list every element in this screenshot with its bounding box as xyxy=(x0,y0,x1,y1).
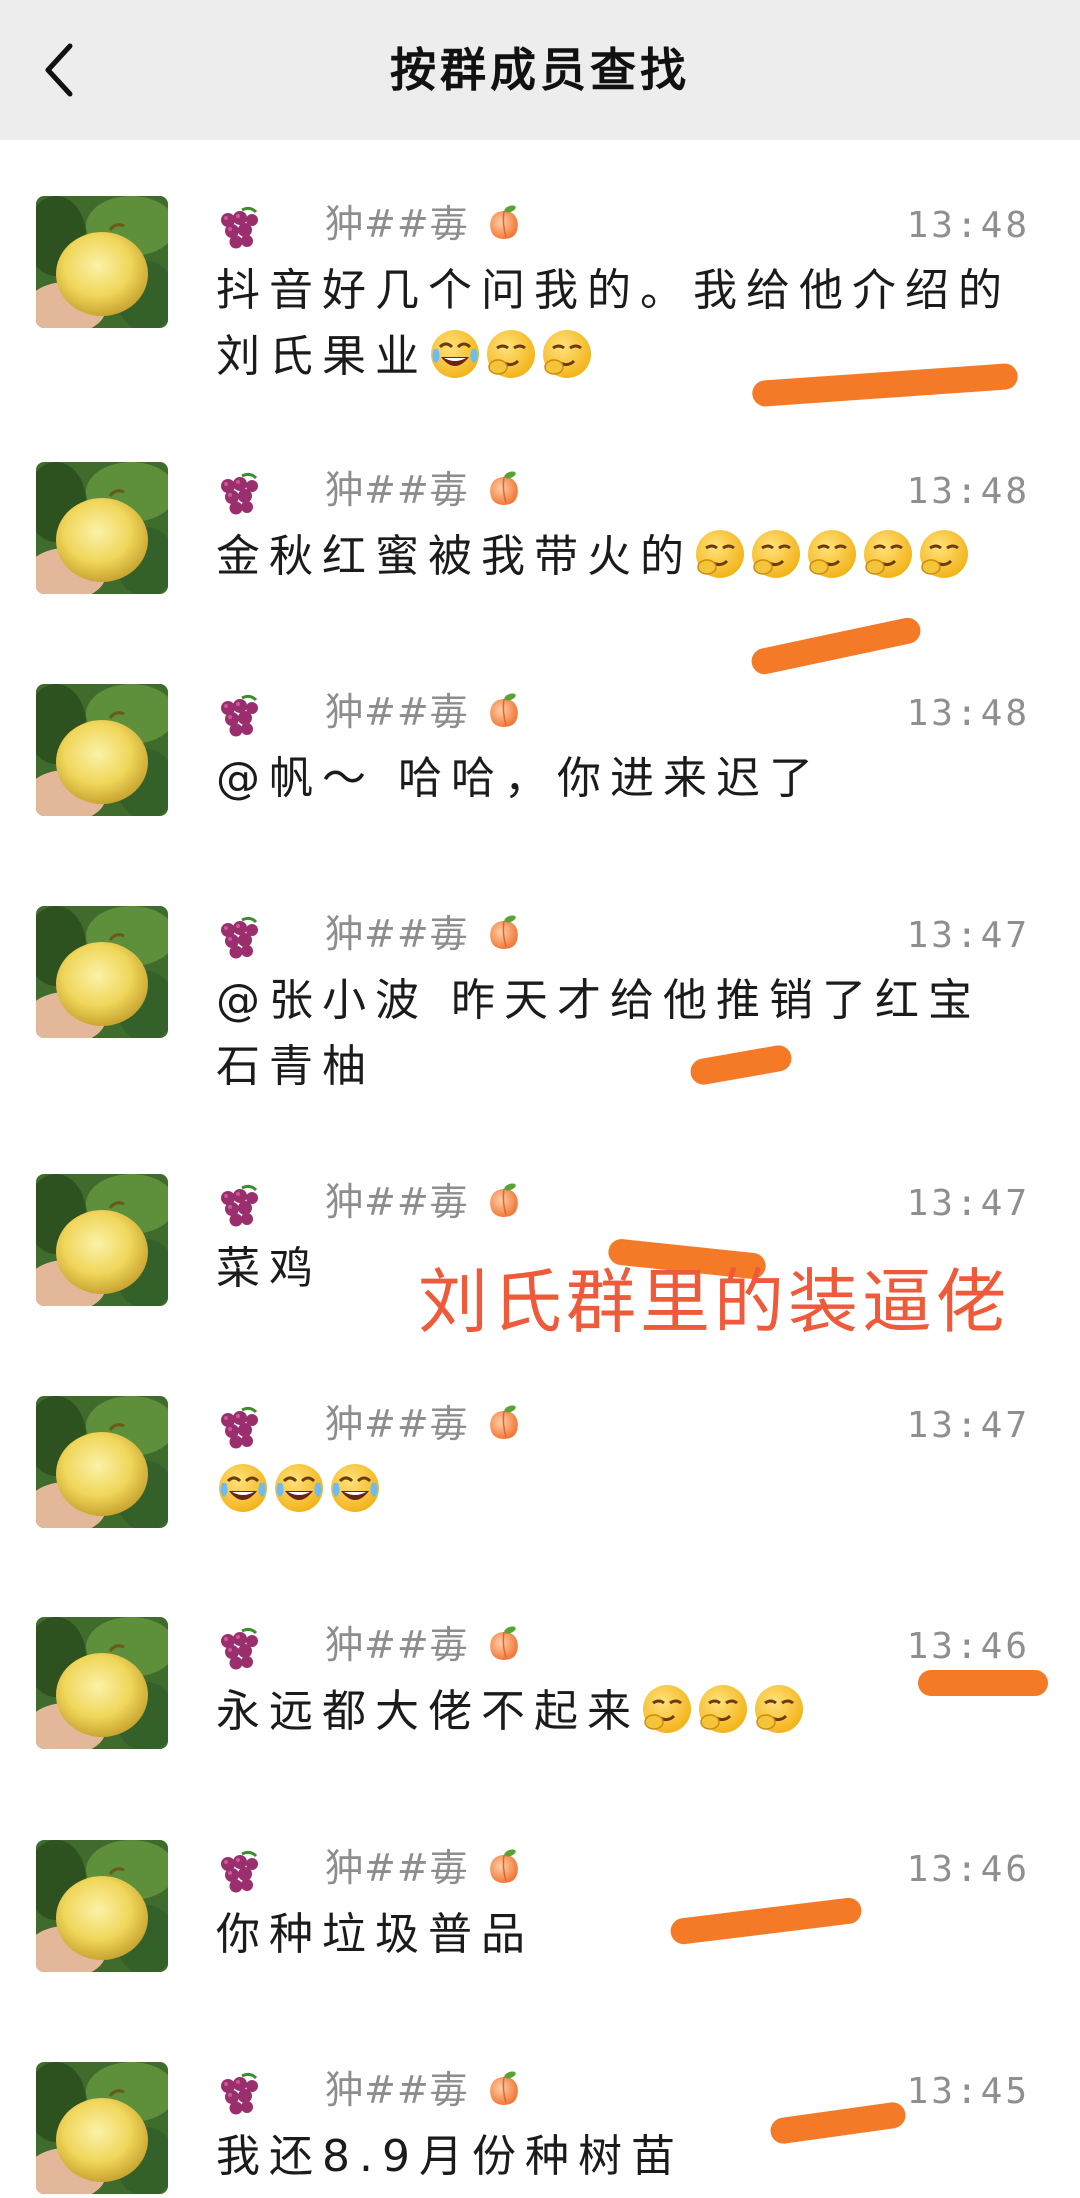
message-text-content: @帆～ 哈哈，你进来迟了 xyxy=(216,753,822,804)
page-title: 按群成员查找 xyxy=(390,43,690,97)
grape-emoji-icon xyxy=(214,692,262,740)
sender-nickname: 狆##毐 xyxy=(325,686,524,738)
nickname-text: 狆##毐 xyxy=(325,912,469,956)
grape-emoji-icon xyxy=(214,2070,262,2118)
message-text xyxy=(216,1458,1026,1524)
message-time: 13:46 xyxy=(906,1626,1030,1667)
message-time: 13:48 xyxy=(906,471,1030,512)
message-time: 13:47 xyxy=(906,1405,1030,1446)
sender-nickname: 狆##毐 xyxy=(325,908,524,960)
smirk-emoji-icon xyxy=(752,530,800,578)
peach-emoji-icon xyxy=(489,1849,518,1883)
message-time: 13:45 xyxy=(906,2071,1030,2112)
smirk-emoji-icon xyxy=(864,530,912,578)
peach-emoji-icon xyxy=(489,1183,518,1217)
grape-emoji-icon xyxy=(214,1848,262,1896)
peach-emoji-icon xyxy=(489,915,518,949)
message-time: 13:47 xyxy=(906,1183,1030,1224)
peach-emoji-icon xyxy=(489,693,518,727)
message-text: 永远都大佬不起来 xyxy=(216,1679,1026,1745)
sender-nickname: 狆##毐 xyxy=(325,1398,524,1450)
message-text: 金秋红蜜被我带火的 xyxy=(216,524,1026,590)
smirk-emoji-icon xyxy=(696,530,744,578)
smirk-emoji-icon xyxy=(487,330,535,378)
message-text-content: @张小波 昨天才给他推销了红宝石青柚 xyxy=(216,975,981,1092)
message-text-content: 永远都大佬不起来 xyxy=(216,1686,640,1737)
sender-nickname: 狆##毐 xyxy=(325,464,524,516)
message-text-content: 你种垃圾普品 xyxy=(216,1909,534,1960)
header-bar: 按群成员查找 xyxy=(0,0,1080,140)
grape-emoji-icon xyxy=(214,1625,262,1673)
crying-laughing-emoji-icon xyxy=(275,1464,323,1512)
nickname-text: 狆##毐 xyxy=(325,468,469,512)
smirk-emoji-icon xyxy=(699,1685,747,1733)
grape-emoji-icon xyxy=(214,1182,262,1230)
grape-emoji-icon xyxy=(214,470,262,518)
message-time: 13:46 xyxy=(906,1849,1030,1890)
scribble-mark xyxy=(918,1670,1048,1696)
message-time: 13:48 xyxy=(906,693,1030,734)
message-text-content: 抖音好几个问我的。我给他介绍的刘氏果业 xyxy=(216,265,1011,382)
message-text-content: 金秋红蜜被我带火的 xyxy=(216,531,693,582)
avatar[interactable] xyxy=(36,1840,168,1972)
sender-nickname: 狆##毐 xyxy=(325,1176,524,1228)
peach-emoji-icon xyxy=(489,2071,518,2105)
crying-laughing-emoji-icon xyxy=(431,330,479,378)
message-time: 13:48 xyxy=(906,205,1030,246)
crying-laughing-emoji-icon xyxy=(219,1464,267,1512)
smirk-emoji-icon xyxy=(755,1685,803,1733)
avatar[interactable] xyxy=(36,1396,168,1528)
overlay-caption: 刘氏群里的装逼佬 xyxy=(418,1261,1010,1343)
nickname-text: 狆##毐 xyxy=(325,690,469,734)
nickname-text: 狆##毐 xyxy=(325,1623,469,1667)
message-text-content: 我还8.9月份种树苗 xyxy=(216,2131,684,2182)
peach-emoji-icon xyxy=(489,1626,518,1660)
grape-emoji-icon xyxy=(214,914,262,962)
sender-nickname: 狆##毐 xyxy=(325,1842,524,1894)
nickname-text: 狆##毐 xyxy=(325,2068,469,2112)
scribble-mark xyxy=(749,615,923,677)
grape-emoji-icon xyxy=(214,1404,262,1452)
avatar[interactable] xyxy=(36,196,168,328)
smirk-emoji-icon xyxy=(543,330,591,378)
message-text: 我还8.9月份种树苗 xyxy=(216,2124,1026,2190)
nickname-text: 狆##毐 xyxy=(325,1402,469,1446)
message-text: @张小波 昨天才给他推销了红宝石青柚 xyxy=(216,968,1026,1100)
smirk-emoji-icon xyxy=(808,530,856,578)
sender-nickname: 狆##毐 xyxy=(325,198,524,250)
crying-laughing-emoji-icon xyxy=(331,1464,379,1512)
nickname-text: 狆##毐 xyxy=(325,1180,469,1224)
peach-emoji-icon xyxy=(489,205,518,239)
avatar[interactable] xyxy=(36,1617,168,1749)
avatar[interactable] xyxy=(36,1174,168,1306)
avatar[interactable] xyxy=(36,906,168,1038)
message-text: 你种垃圾普品 xyxy=(216,1902,1026,1968)
sender-nickname: 狆##毐 xyxy=(325,2064,524,2116)
avatar[interactable] xyxy=(36,684,168,816)
message-time: 13:47 xyxy=(906,915,1030,956)
nickname-text: 狆##毐 xyxy=(325,1846,469,1890)
peach-emoji-icon xyxy=(489,471,518,505)
avatar[interactable] xyxy=(36,462,168,594)
grape-emoji-icon xyxy=(214,204,262,252)
smirk-emoji-icon xyxy=(920,530,968,578)
smirk-emoji-icon xyxy=(643,1685,691,1733)
sender-nickname: 狆##毐 xyxy=(325,1619,524,1671)
avatar[interactable] xyxy=(36,2062,168,2194)
message-text: @帆～ 哈哈，你进来迟了 xyxy=(216,746,1026,812)
peach-emoji-icon xyxy=(489,1405,518,1439)
message-text-content: 菜鸡 xyxy=(216,1243,322,1294)
nickname-text: 狆##毐 xyxy=(325,202,469,246)
